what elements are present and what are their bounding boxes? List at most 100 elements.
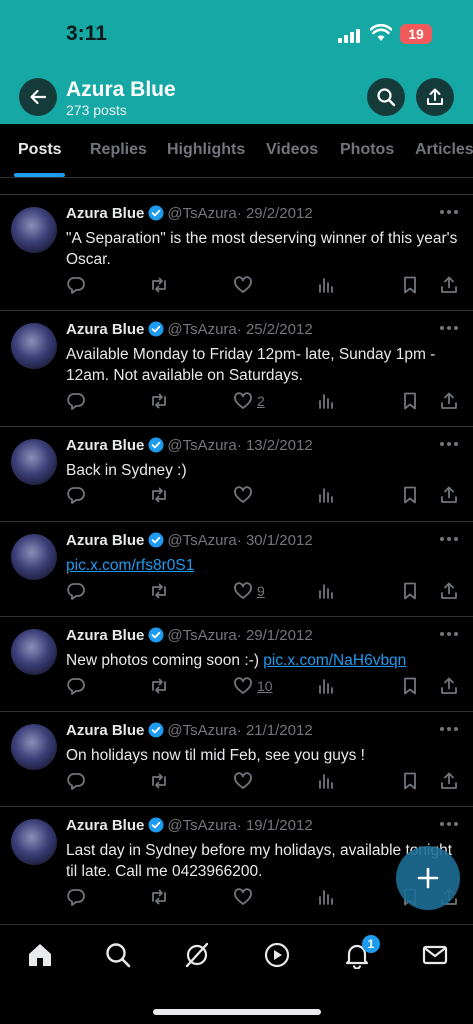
tab-posts[interactable]: Posts <box>18 141 62 159</box>
like-button[interactable] <box>233 770 253 792</box>
bookmark-button[interactable] <box>400 274 420 296</box>
author-handle[interactable]: @TsAzura <box>167 532 236 549</box>
post-item[interactable]: Azura Blue @TsAzura· 21/1/2012 On holiday… <box>0 712 473 807</box>
reply-button[interactable] <box>66 580 86 602</box>
repost-button[interactable] <box>149 484 169 506</box>
tab-articles[interactable]: Articles <box>415 141 473 159</box>
reply-icon <box>67 393 85 410</box>
avatar[interactable] <box>11 724 57 770</box>
more-options-icon[interactable] <box>439 724 459 734</box>
author-name[interactable]: Azura Blue <box>66 205 144 222</box>
post-date: · 29/1/2012 <box>236 627 313 644</box>
post-item[interactable]: Azura Blue @TsAzura· 25/2/2012 Available … <box>0 311 473 427</box>
avatar[interactable] <box>11 439 57 485</box>
repost-button[interactable] <box>149 886 169 908</box>
views-button[interactable] <box>316 886 336 908</box>
author-name[interactable]: Azura Blue <box>66 437 144 454</box>
posts-feed[interactable]: Azura Blue @TsAzura· 29/2/2012 "A Separat… <box>0 178 473 922</box>
post-item[interactable]: Azura Blue @TsAzura· 30/1/2012 pic.x.com/… <box>0 522 473 617</box>
heart-icon <box>234 888 252 905</box>
author-handle[interactable]: @TsAzura <box>167 817 236 834</box>
reply-button[interactable] <box>66 675 86 697</box>
author-name[interactable]: Azura Blue <box>66 722 144 739</box>
author-handle[interactable]: @TsAzura <box>167 627 236 644</box>
views-button[interactable] <box>316 770 336 792</box>
home-icon[interactable] <box>26 941 54 969</box>
bookmark-button[interactable] <box>400 770 420 792</box>
more-options-icon[interactable] <box>439 207 459 217</box>
more-options-icon[interactable] <box>439 629 459 639</box>
reply-button[interactable] <box>66 484 86 506</box>
like-button[interactable]: 9 <box>233 580 265 602</box>
search-button[interactable] <box>367 78 405 116</box>
grok-icon[interactable] <box>183 941 211 969</box>
repost-button[interactable] <box>149 580 169 602</box>
share-post-button[interactable] <box>439 274 459 296</box>
like-button[interactable]: 10 <box>233 675 273 697</box>
share-post-button[interactable] <box>439 675 459 697</box>
avatar[interactable] <box>11 534 57 580</box>
more-options-icon[interactable] <box>439 534 459 544</box>
share-post-button[interactable] <box>439 390 459 412</box>
bookmark-button[interactable] <box>400 580 420 602</box>
more-options-icon[interactable] <box>439 819 459 829</box>
share-post-button[interactable] <box>439 580 459 602</box>
bookmark-button[interactable] <box>400 390 420 412</box>
share-button[interactable] <box>416 78 454 116</box>
reply-button[interactable] <box>66 274 86 296</box>
video-icon[interactable] <box>263 941 291 969</box>
reply-button[interactable] <box>66 390 86 412</box>
tab-replies[interactable]: Replies <box>90 141 147 159</box>
post-header: Azura Blue @TsAzura· 30/1/2012 <box>66 532 433 549</box>
repost-icon <box>152 393 166 409</box>
views-button[interactable] <box>316 274 336 296</box>
repost-button[interactable] <box>149 274 169 296</box>
bottom-navigation: 1 <box>0 924 473 1024</box>
back-button[interactable] <box>19 78 57 116</box>
compose-post-button[interactable] <box>396 846 460 910</box>
post-item[interactable]: Azura Blue @TsAzura· 29/2/2012 "A Separat… <box>0 195 473 311</box>
post-item[interactable]: Azura Blue @TsAzura· 29/1/2012 New photos… <box>0 617 473 712</box>
like-button[interactable] <box>233 274 253 296</box>
post-body: Available Monday to Friday 12pm- late, S… <box>66 346 436 384</box>
post-link[interactable]: pic.x.com/rfs8r0S1 <box>66 557 194 574</box>
views-button[interactable] <box>316 580 336 602</box>
more-options-icon[interactable] <box>439 439 459 449</box>
tab-highlights[interactable]: Highlights <box>167 141 245 159</box>
views-button[interactable] <box>316 390 336 412</box>
like-button[interactable]: 2 <box>233 390 265 412</box>
share-post-button[interactable] <box>439 484 459 506</box>
avatar[interactable] <box>11 207 57 253</box>
reply-button[interactable] <box>66 770 86 792</box>
bookmark-button[interactable] <box>400 675 420 697</box>
avatar[interactable] <box>11 819 57 865</box>
search-icon[interactable] <box>104 941 132 969</box>
reply-button[interactable] <box>66 886 86 908</box>
views-button[interactable] <box>316 484 336 506</box>
repost-button[interactable] <box>149 390 169 412</box>
share-post-button[interactable] <box>439 770 459 792</box>
post-link[interactable]: pic.x.com/NaH6vbqn <box>263 652 406 669</box>
like-button[interactable] <box>233 484 253 506</box>
avatar[interactable] <box>11 629 57 675</box>
author-handle[interactable]: @TsAzura <box>167 437 236 454</box>
more-options-icon[interactable] <box>439 323 459 333</box>
author-name[interactable]: Azura Blue <box>66 321 144 338</box>
repost-button[interactable] <box>149 675 169 697</box>
author-name[interactable]: Azura Blue <box>66 817 144 834</box>
author-name[interactable]: Azura Blue <box>66 532 144 549</box>
like-button[interactable] <box>233 886 253 908</box>
views-button[interactable] <box>316 675 336 697</box>
post-item[interactable]: Azura Blue @TsAzura· 13/2/2012 Back in Sy… <box>0 427 473 522</box>
messages-icon[interactable] <box>421 941 449 969</box>
avatar[interactable] <box>11 323 57 369</box>
repost-button[interactable] <box>149 770 169 792</box>
bookmark-button[interactable] <box>400 484 420 506</box>
author-name[interactable]: Azura Blue <box>66 627 144 644</box>
tab-videos[interactable]: Videos <box>266 141 318 159</box>
author-handle[interactable]: @TsAzura <box>167 722 236 739</box>
author-handle[interactable]: @TsAzura <box>167 321 236 338</box>
heart-icon <box>234 677 252 694</box>
author-handle[interactable]: @TsAzura <box>167 205 236 222</box>
tab-photos[interactable]: Photos <box>340 141 394 159</box>
